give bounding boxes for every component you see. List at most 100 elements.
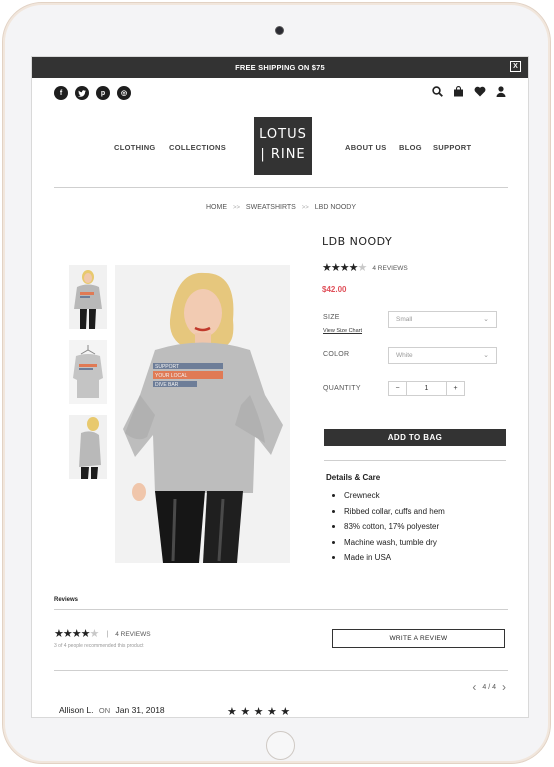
instagram-icon[interactable]: ◎ [117,86,131,100]
review-rating: ★ ★ ★ ★ ★ [227,702,290,718]
color-label: COLOR [323,351,350,358]
color-value: White [396,352,413,359]
quantity-plus-button[interactable]: + [446,381,465,396]
list-item: 83% cotton, 17% polyester [332,522,445,538]
nav-clothing[interactable]: CLOTHING [114,143,156,152]
promo-text: FREE SHIPPING ON $75 [235,63,325,72]
size-value: Small [396,316,413,323]
facebook-icon[interactable]: f [54,86,68,100]
camera-icon [275,26,284,35]
list-item: Crewneck [332,491,445,507]
star-icon: ★ [80,628,91,640]
chevron-down-icon: ⌄ [483,352,489,359]
breadcrumb-separator: >> [232,205,240,211]
product-title: LDB NOODY [322,235,393,248]
star-icon: ★ [240,706,250,718]
breadcrumb-home[interactable]: HOME [206,204,227,211]
quantity-minus-button[interactable]: − [388,381,407,396]
star-icon: ★ [280,706,290,718]
quantity-label: QUANTITY [323,385,361,392]
chevron-down-icon: ⌄ [483,316,489,323]
size-select[interactable]: Small ⌄ [388,311,497,328]
product-thumbnail-3[interactable] [69,415,107,479]
social-links: f p ◎ [54,86,131,100]
tablet-frame: FREE SHIPPING ON $75 X f p ◎ CLOTHING CO… [2,2,551,764]
nav-about[interactable]: ABOUT US [345,143,387,152]
chevron-left-icon[interactable]: ‹ [472,681,476,693]
shopping-bag-icon[interactable] [453,86,464,97]
nav-collections[interactable]: COLLECTIONS [169,143,226,152]
top-bar: f p ◎ [32,78,528,108]
list-item: Made in USA [332,553,445,569]
list-item: Ribbed collar, cuffs and hem [332,507,445,523]
star-empty-icon: ★ [89,628,100,640]
nav-blog[interactable]: BLOG [399,143,422,152]
add-to-bag-button[interactable]: ADD TO BAG [324,429,506,446]
store-page: FREE SHIPPING ON $75 X f p ◎ CLOTHING CO… [31,56,529,718]
pinterest-icon[interactable]: p [96,86,110,100]
review-author: Allison L. ON Jan 31, 2018 [59,705,165,715]
reviews-heading: Reviews [54,597,79,603]
reviews-summary: ★ ★ ★ ★ ★ | 4 REVIEWS [54,629,151,640]
details-title: Details & Care [326,473,381,482]
separator: | [106,631,109,638]
star-icon: ★ [227,706,237,718]
promo-bar: FREE SHIPPING ON $75 X [32,57,528,78]
user-icon[interactable] [496,86,506,97]
star-icon: ★ [322,262,332,274]
star-empty-icon: ★ [357,262,368,274]
star-icon: ★ [330,262,341,274]
graphic-text: SUPPORT [155,364,179,370]
review-pager: ‹ 4 / 4 › [472,681,506,693]
brand-logo[interactable]: LOTUS | RINE [254,117,312,175]
star-icon: ★ [253,706,264,718]
product-main-image[interactable]: SUPPORT YOUR LOCAL DIVE BAR [115,265,290,563]
review-date: Jan 31, 2018 [115,705,165,715]
quantity-stepper: − 1 + [388,381,465,396]
reviews-list-divider [54,670,508,671]
twitter-icon[interactable] [75,86,89,100]
details-list: Crewneck Ribbed collar, cuffs and hem 83… [332,491,445,569]
logo-line-2: | RINE [260,147,306,162]
author-on: ON [98,706,111,715]
reviews-count[interactable]: 4 REVIEWS [372,265,407,272]
nav-support[interactable]: SUPPORT [433,143,471,152]
author-name: Allison L. [59,705,94,715]
search-icon[interactable] [432,86,443,97]
reviews-divider [54,609,508,610]
product-price: $42.00 [322,285,347,294]
star-icon: ★ [71,628,82,640]
graphic-text: YOUR LOCAL [155,373,187,379]
summary-count: 4 REVIEWS [115,631,151,638]
header-tools [432,86,506,97]
color-select[interactable]: White ⌄ [388,347,497,364]
star-icon: ★ [266,706,277,718]
product-rating[interactable]: ★ ★ ★ ★ ★ 4 REVIEWS [322,263,408,274]
details-divider [324,460,506,461]
main-nav: CLOTHING COLLECTIONS LOTUS | RINE ABOUT … [32,117,528,177]
star-icon: ★ [62,628,73,640]
chevron-right-icon[interactable]: › [502,681,506,693]
list-item: Machine wash, tumble dry [332,538,445,554]
product-thumbnail-1[interactable] [69,265,107,329]
graphic-text: DIVE BAR [155,382,179,388]
breadcrumb: HOME >> SWEATSHIRTS >> LBD NOODY [32,204,528,211]
promo-close-button[interactable]: X [510,61,521,72]
write-review-button[interactable]: WRITE A REVIEW [332,629,505,648]
star-icon: ★ [54,628,64,640]
breadcrumb-current: LBD NOODY [314,204,356,211]
product-thumbnail-2[interactable] [69,340,107,404]
heart-icon[interactable] [474,86,486,97]
logo-line-1: LOTUS [259,127,307,142]
size-chart-link[interactable]: View Size Chart [323,328,362,334]
star-icon: ★ [348,262,359,274]
header-divider [54,187,508,188]
recommend-text: 3 of 4 people recommended this product [54,643,144,649]
size-label: SIZE [323,314,340,321]
quantity-input[interactable]: 1 [407,381,446,396]
breadcrumb-separator: >> [301,205,309,211]
pager-text: 4 / 4 [482,683,496,691]
breadcrumb-category[interactable]: SWEATSHIRTS [246,204,296,211]
star-icon: ★ [339,262,350,274]
home-button[interactable] [266,731,295,760]
